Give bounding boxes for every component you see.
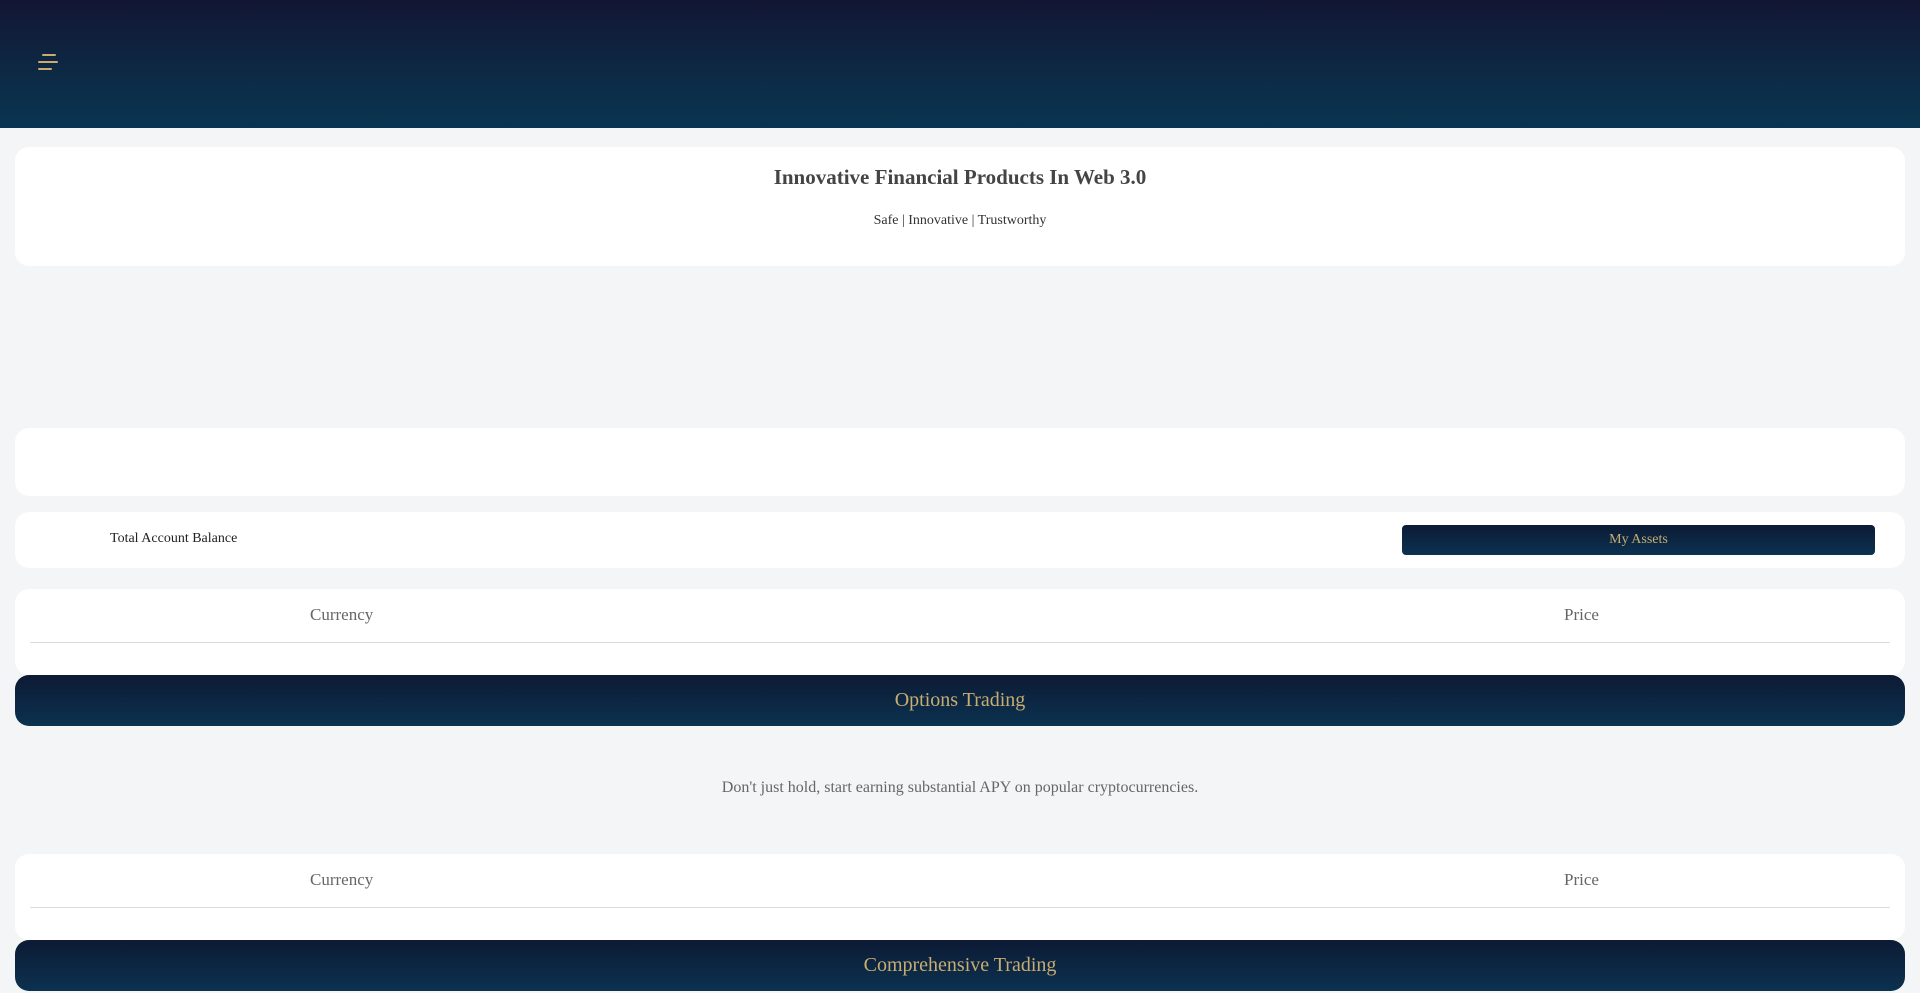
- options-trading-banner[interactable]: Options Trading: [15, 675, 1905, 726]
- column-header-currency[interactable]: Currency: [310, 870, 373, 890]
- menu-icon[interactable]: [38, 54, 60, 72]
- table-divider: [30, 642, 1890, 643]
- total-balance-label: Total Account Balance: [110, 531, 238, 546]
- column-header-currency[interactable]: Currency: [310, 605, 373, 625]
- options-tagline: Don't just hold, start earning substanti…: [721, 779, 1199, 796]
- my-assets-button[interactable]: My Assets: [1402, 525, 1875, 555]
- market-table: Currency Price: [15, 589, 1905, 675]
- hero-subtitle: Safe | Innovative | Trustworthy: [873, 213, 1047, 228]
- hero-title: Innovative Financial Products In Web 3.0: [773, 165, 1147, 189]
- hero-card: Innovative Financial Products In Web 3.0…: [15, 147, 1905, 266]
- options-table: Currency Price: [15, 854, 1905, 940]
- account-balance-card: Total Account Balance My Assets: [15, 512, 1905, 568]
- notice-card: [15, 428, 1905, 496]
- table-divider: [30, 907, 1890, 908]
- top-header: [0, 0, 1920, 128]
- column-header-price[interactable]: Price: [1564, 870, 1599, 890]
- comprehensive-trading-banner[interactable]: Comprehensive Trading: [15, 940, 1905, 991]
- column-header-price[interactable]: Price: [1564, 605, 1599, 625]
